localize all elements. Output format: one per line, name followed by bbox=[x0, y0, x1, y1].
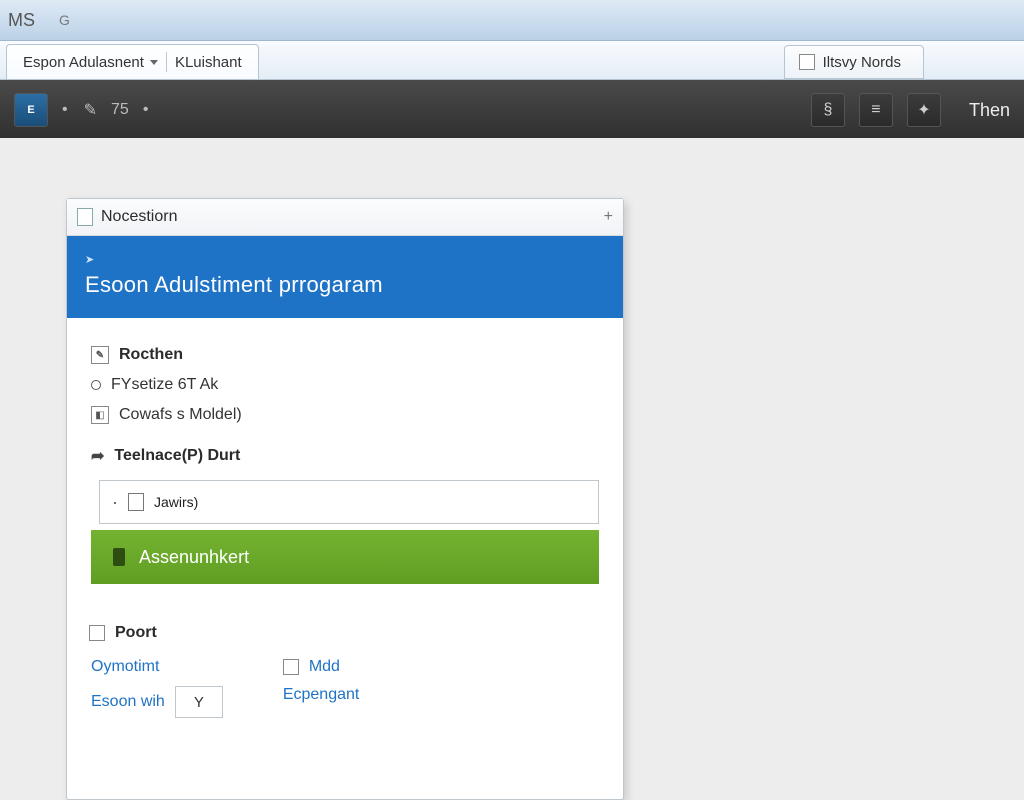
toolbar-left: E 75 bbox=[14, 93, 150, 127]
page-icon bbox=[799, 54, 815, 70]
app-icon: E bbox=[27, 104, 34, 116]
zoom-value[interactable]: 75 bbox=[111, 101, 129, 119]
panel-lower-section: Poort Oymotimt Esoon wih Mdd Ecpengant bbox=[67, 584, 623, 718]
banner-title: Esoon Adulstiment prrogaram bbox=[85, 272, 605, 298]
row-label: Cowafs s Moldel) bbox=[119, 406, 242, 424]
greenbar-label: Assenunhkert bbox=[139, 547, 249, 568]
checkbox-icon bbox=[283, 659, 299, 675]
toolbar-button-1[interactable]: § bbox=[811, 93, 845, 127]
section-label: Rocthen bbox=[119, 346, 183, 364]
label-esoon-wih[interactable]: Esoon wih bbox=[91, 693, 165, 711]
panel-title: Nocestiorn bbox=[101, 208, 177, 226]
toolbar-right: § ≡ ✦ Then bbox=[811, 93, 1010, 127]
toolbar-button-2[interactable]: ≡ bbox=[859, 93, 893, 127]
tab-label: KLuishant bbox=[175, 54, 242, 71]
app-suffix: MS bbox=[8, 10, 35, 31]
tab-epson-adjustment[interactable]: Espon Adulasnent KLuishant bbox=[6, 44, 259, 79]
bullet-icon[interactable] bbox=[62, 101, 70, 119]
main-panel: Nocestiorn + Esoon Adulstiment prrogaram… bbox=[66, 198, 624, 800]
device-icon bbox=[113, 548, 125, 566]
greenbar-assenunhkert[interactable]: Assenunhkert bbox=[91, 530, 599, 584]
port-col-2: Mdd Ecpengant bbox=[283, 658, 360, 718]
port-row-esoon: Esoon wih bbox=[91, 686, 223, 718]
square-icon: ◧ bbox=[91, 406, 109, 424]
panel-body: ✎ Rocthen FYsetize 6T Ak ◧ Cowafs s Mold… bbox=[67, 318, 623, 584]
expand-icon[interactable]: + bbox=[604, 208, 613, 226]
section-port: Poort bbox=[89, 618, 601, 648]
arrow-icon bbox=[91, 446, 104, 466]
tab-right[interactable]: Iltsvy Nords bbox=[784, 45, 924, 79]
chevron-down-icon bbox=[150, 60, 158, 65]
port-links: Oymotimt Esoon wih Mdd Ecpengant bbox=[89, 658, 601, 718]
row-item-1[interactable]: FYsetize 6T Ak bbox=[91, 370, 599, 400]
window-titlebar: MS G bbox=[0, 0, 1024, 41]
workspace: Nocestiorn + Esoon Adulstiment prrogaram… bbox=[0, 138, 1024, 796]
toolbar-button-3[interactable]: ✦ bbox=[907, 93, 941, 127]
section-teelnace: Teelnace(P) Durt bbox=[91, 440, 599, 472]
port-col-1: Oymotimt Esoon wih bbox=[91, 658, 223, 718]
main-toolbar: E 75 § ≡ ✦ Then bbox=[0, 80, 1024, 141]
radio-icon bbox=[91, 380, 101, 390]
tab-label: Iltsvy Nords bbox=[823, 54, 901, 71]
edit-icon[interactable] bbox=[84, 100, 97, 120]
tab-divider bbox=[166, 52, 167, 72]
titlebar-secondary: G bbox=[59, 12, 70, 28]
row-label: FYsetize 6T Ak bbox=[111, 376, 218, 394]
checkbox-icon bbox=[89, 625, 105, 641]
document-icon bbox=[77, 208, 93, 226]
link-oymotimt[interactable]: Oymotimt bbox=[91, 658, 223, 676]
section-label: Poort bbox=[115, 624, 157, 642]
dropdown-jawirs[interactable]: · Jawirs) bbox=[99, 480, 599, 524]
row-item-2[interactable]: ◧ Cowafs s Moldel) bbox=[91, 400, 599, 430]
panel-banner: Esoon Adulstiment prrogaram bbox=[67, 236, 623, 318]
tab-label: Espon Adulasnent bbox=[23, 54, 144, 71]
dot-icon: · bbox=[112, 492, 118, 513]
section-label: Teelnace(P) Durt bbox=[114, 447, 240, 465]
panel-header: Nocestiorn + bbox=[67, 199, 623, 236]
bullet-icon[interactable] bbox=[143, 101, 151, 119]
link-ecpengant[interactable]: Ecpengant bbox=[283, 686, 360, 704]
row-mdd: Mdd bbox=[283, 658, 360, 676]
edit-square-icon: ✎ bbox=[91, 346, 109, 364]
tab-strip: Espon Adulasnent KLuishant Iltsvy Nords bbox=[0, 41, 1024, 80]
link-mdd[interactable]: Mdd bbox=[309, 658, 340, 676]
dropdown-value: Jawirs) bbox=[154, 494, 198, 510]
file-icon bbox=[128, 493, 144, 511]
app-icon-button[interactable]: E bbox=[14, 93, 48, 127]
section-rochten: ✎ Rocthen bbox=[91, 340, 599, 370]
toolbar-right-label: Then bbox=[969, 100, 1010, 121]
banner-breadcrumb bbox=[85, 250, 605, 266]
input-esoon-value[interactable] bbox=[175, 686, 223, 718]
